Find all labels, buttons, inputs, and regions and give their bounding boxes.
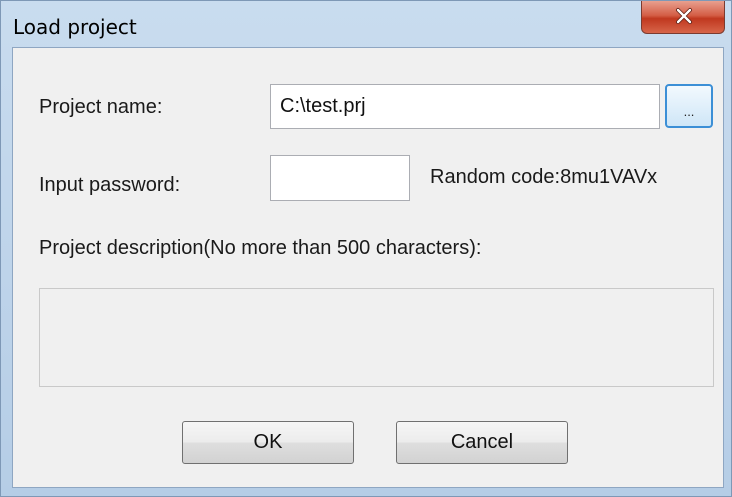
dialog-body: Project name: ... Input password: Random… (12, 47, 724, 488)
description-label: Project description(No more than 500 cha… (39, 237, 482, 259)
window-title: Load project (13, 15, 137, 39)
random-code-text: Random code:8mu1VAVx (430, 166, 658, 188)
password-input[interactable] (270, 155, 410, 201)
close-icon (676, 8, 692, 24)
close-button[interactable] (641, 1, 725, 34)
cancel-button[interactable]: Cancel (396, 421, 568, 464)
project-description-textarea[interactable] (39, 288, 714, 387)
ok-button[interactable]: OK (182, 421, 354, 464)
load-project-dialog: Load project Project name: ... Input pas… (0, 0, 732, 497)
title-bar[interactable]: Load project (1, 1, 732, 47)
project-name-label: Project name: (39, 96, 163, 118)
password-label: Input password: (39, 174, 181, 196)
project-name-input[interactable] (270, 84, 660, 129)
browse-button[interactable]: ... (665, 84, 713, 128)
